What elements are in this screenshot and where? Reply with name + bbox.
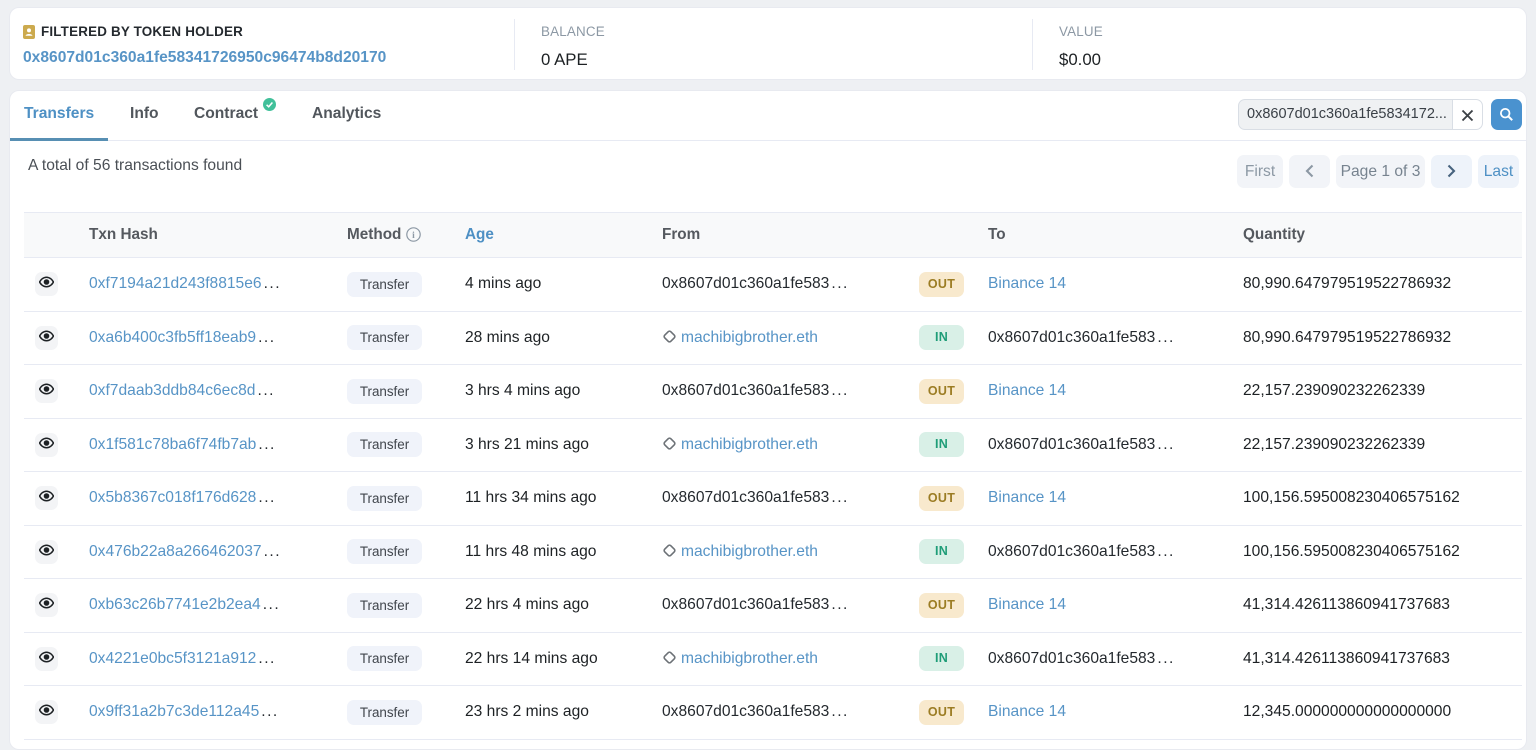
- svg-text:i: i: [412, 231, 415, 241]
